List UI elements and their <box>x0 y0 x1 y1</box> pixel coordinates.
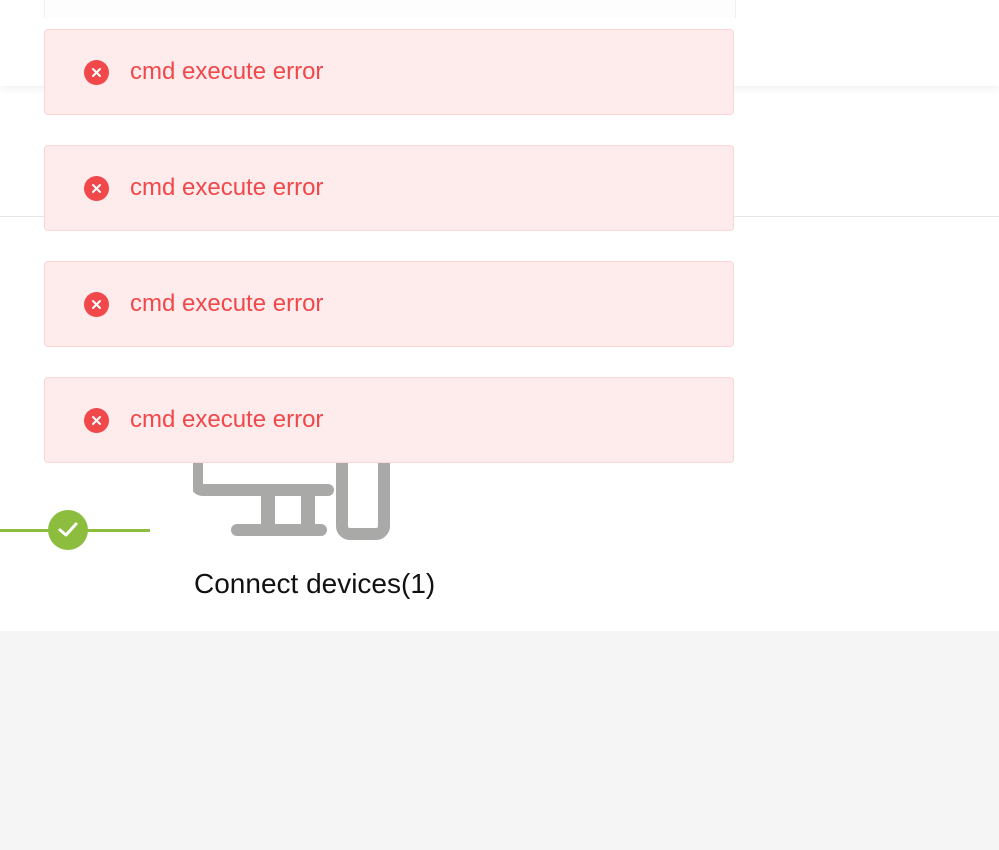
close-circle-icon <box>84 407 109 433</box>
toast-message: cmd execute error <box>130 290 324 317</box>
close-circle-icon <box>84 59 109 85</box>
error-toast[interactable]: cmd execute error <box>44 29 734 115</box>
connected-devices-label: Connect devices(1) <box>194 568 436 599</box>
error-toast[interactable]: cmd execute error <box>44 377 734 463</box>
header-dropdown-panel <box>44 0 736 18</box>
close-circle-icon <box>84 175 109 201</box>
toast-stack: cmd execute error cmd execute error cmd … <box>44 29 734 493</box>
toast-message: cmd execute error <box>130 406 324 433</box>
error-toast[interactable]: cmd execute error <box>44 261 734 347</box>
toast-message: cmd execute error <box>130 174 324 201</box>
close-circle-icon <box>84 291 109 317</box>
error-toast[interactable]: cmd execute error <box>44 145 734 231</box>
checkmark-icon <box>48 510 88 550</box>
toast-message: cmd execute error <box>130 58 324 85</box>
